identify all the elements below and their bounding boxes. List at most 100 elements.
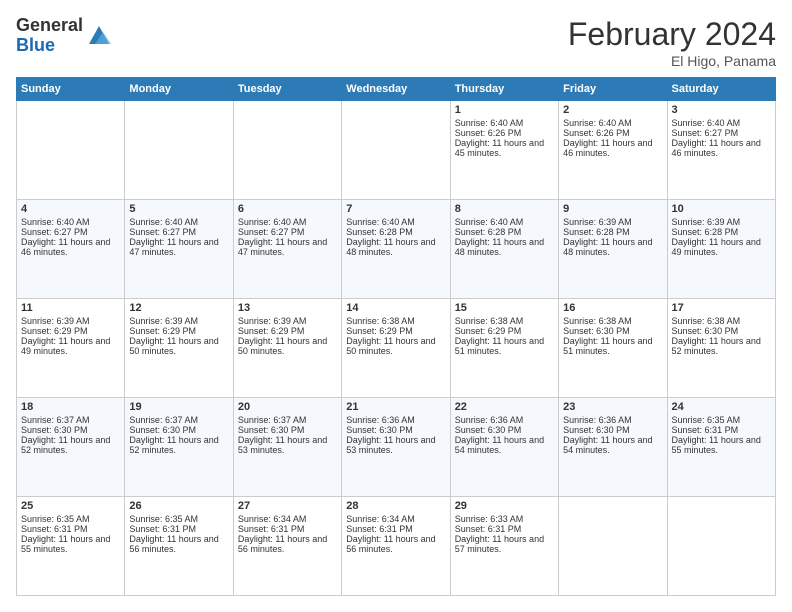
calendar-header-monday: Monday: [125, 78, 233, 101]
calendar-cell: [667, 497, 775, 596]
logo-general-text: General: [16, 16, 83, 36]
calendar-cell: 27 Sunrise: 6:34 AM Sunset: 6:31 PM Dayli…: [233, 497, 341, 596]
day-info: Sunrise: 6:35 AM Sunset: 6:31 PM Dayligh…: [672, 415, 761, 455]
day-info: Sunrise: 6:35 AM Sunset: 6:31 PM Dayligh…: [21, 514, 110, 554]
day-number: 6: [238, 203, 337, 215]
day-info: Sunrise: 6:38 AM Sunset: 6:30 PM Dayligh…: [672, 316, 761, 356]
day-number: 21: [346, 401, 445, 413]
calendar-cell: 26 Sunrise: 6:35 AM Sunset: 6:31 PM Dayli…: [125, 497, 233, 596]
calendar-cell: 9 Sunrise: 6:39 AM Sunset: 6:28 PM Daylig…: [559, 200, 667, 299]
day-info: Sunrise: 6:39 AM Sunset: 6:28 PM Dayligh…: [563, 217, 652, 257]
calendar-cell: 14 Sunrise: 6:38 AM Sunset: 6:29 PM Dayli…: [342, 299, 450, 398]
calendar-header-thursday: Thursday: [450, 78, 558, 101]
calendar-cell: 28Sunrise: 6:34 AM Sunset: 6:31 PM Dayli…: [342, 497, 450, 596]
day-info: Sunrise: 6:40 AM Sunset: 6:26 PM Dayligh…: [563, 118, 652, 158]
day-number: 5: [129, 203, 228, 215]
calendar-cell: [125, 101, 233, 200]
day-number: 29: [455, 500, 554, 512]
day-info: Sunrise: 6:34 AM Sunset: 6:31 PM Dayligh…: [238, 514, 327, 554]
calendar-table: SundayMondayTuesdayWednesdayThursdayFrid…: [16, 77, 776, 596]
day-number: 25: [21, 500, 120, 512]
day-number: 9: [563, 203, 662, 215]
day-info: Sunrise: 6:40 AM Sunset: 6:27 PM Dayligh…: [672, 118, 761, 158]
day-number: 24: [672, 401, 771, 413]
day-number: 16: [563, 302, 662, 314]
day-info: Sunrise: 6:38 AM Sunset: 6:29 PM Dayligh…: [346, 316, 435, 356]
calendar-cell: 8Sunrise: 6:40 AM Sunset: 6:28 PM Daylig…: [450, 200, 558, 299]
calendar-cell: 3 Sunrise: 6:40 AM Sunset: 6:27 PM Daylig…: [667, 101, 775, 200]
day-number: 23: [563, 401, 662, 413]
day-info: Sunrise: 6:38 AM Sunset: 6:30 PM Dayligh…: [563, 316, 652, 356]
day-number: 26: [129, 500, 228, 512]
calendar-cell: 2 Sunrise: 6:40 AM Sunset: 6:26 PM Daylig…: [559, 101, 667, 200]
calendar-cell: 15Sunrise: 6:38 AM Sunset: 6:29 PM Dayli…: [450, 299, 558, 398]
calendar-header-row: SundayMondayTuesdayWednesdayThursdayFrid…: [17, 78, 776, 101]
calendar-header-wednesday: Wednesday: [342, 78, 450, 101]
day-info: Sunrise: 6:37 AM Sunset: 6:30 PM Dayligh…: [238, 415, 327, 455]
day-number: 10: [672, 203, 771, 215]
day-number: 17: [672, 302, 771, 314]
day-number: 7: [346, 203, 445, 215]
title-block: February 2024 El Higo, Panama: [568, 16, 776, 69]
day-info: Sunrise: 6:36 AM Sunset: 6:30 PM Dayligh…: [563, 415, 652, 455]
day-number: 15: [455, 302, 554, 314]
day-number: 14: [346, 302, 445, 314]
day-info: Sunrise: 6:40 AM Sunset: 6:28 PM Dayligh…: [346, 217, 435, 257]
calendar-week-row: 25 Sunrise: 6:35 AM Sunset: 6:31 PM Dayli…: [17, 497, 776, 596]
calendar-cell: 12 Sunrise: 6:39 AM Sunset: 6:29 PM Dayli…: [125, 299, 233, 398]
day-number: 3: [672, 104, 771, 116]
logo-blue-text: Blue: [16, 36, 83, 56]
logo: General Blue: [16, 16, 113, 56]
calendar-header-sunday: Sunday: [17, 78, 125, 101]
header: General Blue February 2024 El Higo, Pana…: [16, 16, 776, 69]
day-number: 20: [238, 401, 337, 413]
calendar-cell: 1Sunrise: 6:40 AM Sunset: 6:26 PM Daylig…: [450, 101, 558, 200]
logo-icon: [85, 22, 113, 50]
calendar-cell: 18Sunrise: 6:37 AM Sunset: 6:30 PM Dayli…: [17, 398, 125, 497]
day-number: 12: [129, 302, 228, 314]
day-info: Sunrise: 6:39 AM Sunset: 6:29 PM Dayligh…: [129, 316, 218, 356]
calendar-cell: [342, 101, 450, 200]
calendar-cell: [233, 101, 341, 200]
day-info: Sunrise: 6:40 AM Sunset: 6:27 PM Dayligh…: [238, 217, 327, 257]
calendar-cell: 20 Sunrise: 6:37 AM Sunset: 6:30 PM Dayli…: [233, 398, 341, 497]
day-info: Sunrise: 6:34 AM Sunset: 6:31 PM Dayligh…: [346, 514, 435, 554]
calendar-cell: 17 Sunrise: 6:38 AM Sunset: 6:30 PM Dayli…: [667, 299, 775, 398]
day-number: 22: [455, 401, 554, 413]
day-info: Sunrise: 6:39 AM Sunset: 6:29 PM Dayligh…: [21, 316, 110, 356]
day-info: Sunrise: 6:35 AM Sunset: 6:31 PM Dayligh…: [129, 514, 218, 554]
day-info: Sunrise: 6:40 AM Sunset: 6:27 PM Dayligh…: [129, 217, 218, 257]
month-title: February 2024: [568, 16, 776, 53]
calendar-cell: 11 Sunrise: 6:39 AM Sunset: 6:29 PM Dayli…: [17, 299, 125, 398]
calendar-cell: 24 Sunrise: 6:35 AM Sunset: 6:31 PM Dayli…: [667, 398, 775, 497]
day-info: Sunrise: 6:37 AM Sunset: 6:30 PM Dayligh…: [129, 415, 218, 455]
calendar-cell: 6 Sunrise: 6:40 AM Sunset: 6:27 PM Daylig…: [233, 200, 341, 299]
day-info: Sunrise: 6:39 AM Sunset: 6:29 PM Dayligh…: [238, 316, 327, 356]
calendar-cell: 7 Sunrise: 6:40 AM Sunset: 6:28 PM Daylig…: [342, 200, 450, 299]
day-info: Sunrise: 6:39 AM Sunset: 6:28 PM Dayligh…: [672, 217, 761, 257]
calendar-cell: 5 Sunrise: 6:40 AM Sunset: 6:27 PM Daylig…: [125, 200, 233, 299]
day-number: 27: [238, 500, 337, 512]
calendar-cell: [559, 497, 667, 596]
day-number: 11: [21, 302, 120, 314]
calendar-cell: 10 Sunrise: 6:39 AM Sunset: 6:28 PM Dayli…: [667, 200, 775, 299]
day-info: Sunrise: 6:40 AM Sunset: 6:27 PM Dayligh…: [21, 217, 110, 257]
day-number: 1: [455, 104, 554, 116]
day-info: Sunrise: 6:36 AM Sunset: 6:30 PM Dayligh…: [346, 415, 435, 455]
calendar-cell: 22Sunrise: 6:36 AM Sunset: 6:30 PM Dayli…: [450, 398, 558, 497]
calendar-cell: 16 Sunrise: 6:38 AM Sunset: 6:30 PM Dayli…: [559, 299, 667, 398]
day-number: 2: [563, 104, 662, 116]
calendar-cell: 21 Sunrise: 6:36 AM Sunset: 6:30 PM Dayli…: [342, 398, 450, 497]
day-info: Sunrise: 6:33 AM Sunset: 6:31 PM Dayligh…: [455, 514, 544, 554]
calendar-week-row: 1 Sunrise: 6:40 AM Sunset: 6:26 PM Daylig…: [17, 101, 776, 200]
calendar-cell: 19 Sunrise: 6:37 AM Sunset: 6:30 PM Dayli…: [125, 398, 233, 497]
calendar-week-row: 11 Sunrise: 6:39 AM Sunset: 6:29 PM Dayli…: [17, 299, 776, 398]
calendar-cell: 4 Sunrise: 6:40 AM Sunset: 6:27 PM Daylig…: [17, 200, 125, 299]
calendar-header-friday: Friday: [559, 78, 667, 101]
day-number: 4: [21, 203, 120, 215]
calendar-cell: 23 Sunrise: 6:36 AM Sunset: 6:30 PM Dayli…: [559, 398, 667, 497]
day-number: 18: [21, 401, 120, 413]
calendar-header-tuesday: Tuesday: [233, 78, 341, 101]
day-number: 19: [129, 401, 228, 413]
day-info: Sunrise: 6:40 AM Sunset: 6:28 PM Dayligh…: [455, 217, 544, 257]
